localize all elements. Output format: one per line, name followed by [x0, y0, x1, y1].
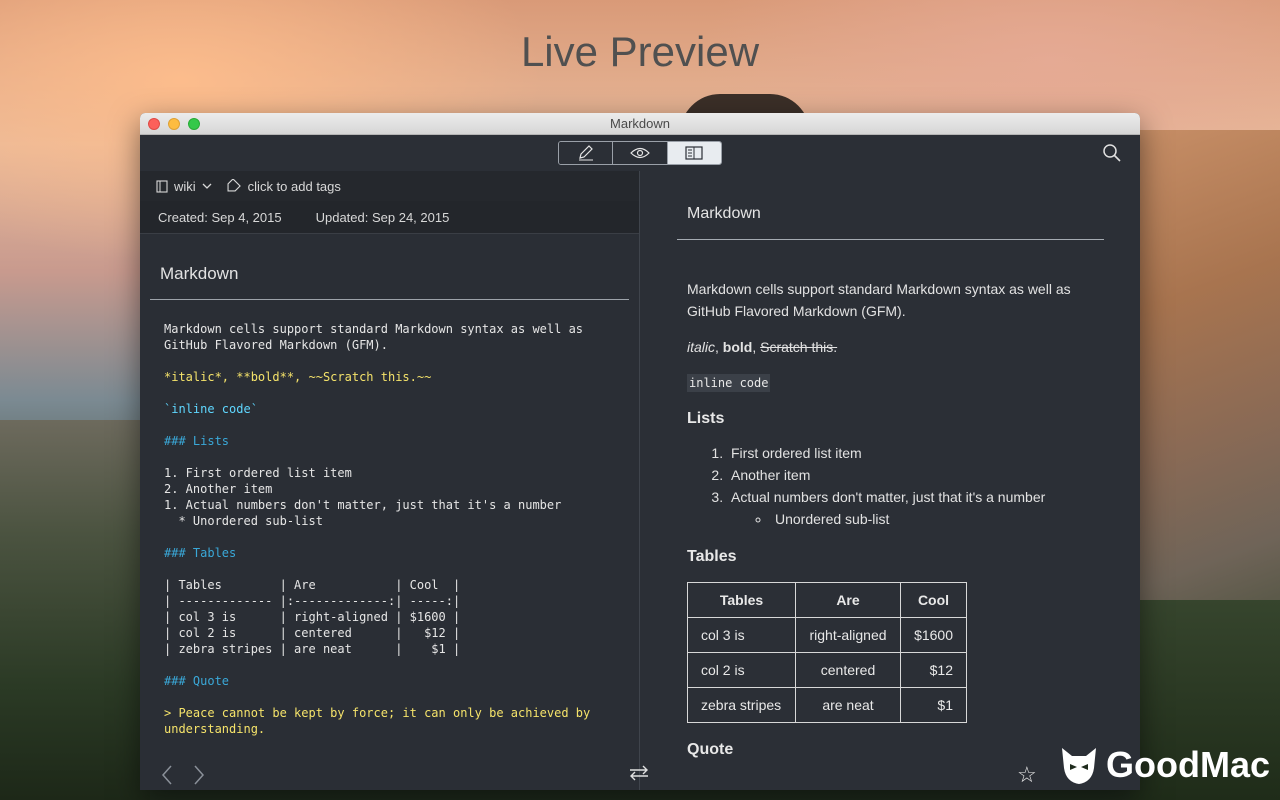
table-cell: $1600	[900, 617, 967, 653]
source-line: ### Tables	[164, 546, 237, 560]
pencil-icon	[578, 145, 593, 161]
preview-title: Markdown	[687, 205, 761, 222]
history-nav	[160, 764, 206, 786]
updated-date: Updated: Sep 24, 2015	[315, 209, 450, 225]
search-icon	[1103, 144, 1121, 162]
source-line: | Tables | Are | Cool |	[164, 578, 461, 592]
tags-field[interactable]: click to add tags	[248, 179, 341, 194]
list-item: Another item	[727, 464, 1140, 486]
note-meta-bar: wiki click to add tags	[140, 171, 639, 201]
preview-body: Markdown cells support standard Markdown…	[641, 240, 1140, 759]
goodmac-logo-icon	[1061, 748, 1096, 784]
source-line: | ------------- |:-------------:| -----:…	[164, 594, 461, 608]
table-header: Tables	[687, 582, 796, 618]
markdown-source[interactable]: Markdown cells support standard Markdown…	[140, 300, 639, 737]
close-button[interactable]	[148, 118, 160, 130]
list-item: Actual numbers don't matter, just that i…	[727, 486, 1140, 530]
app-window: Markdown wiki click to add tags Created:…	[140, 113, 1140, 790]
table-header-row: Tables Are Cool	[687, 582, 967, 618]
sub-list-item: Unordered sub-list	[771, 508, 1140, 530]
swap-arrows-icon	[630, 765, 648, 781]
source-line: 2. Another item	[164, 482, 273, 496]
tag-icon	[227, 179, 241, 192]
inline-code-sample: inline code	[687, 374, 771, 392]
preview-formatting: italic, bold, Scratch this.	[687, 339, 838, 355]
toolbar	[140, 135, 1140, 171]
table-cell: col 2 is	[687, 652, 796, 688]
title-bar[interactable]: Markdown	[140, 113, 1140, 135]
source-line: | col 2 is | centered | $12 |	[164, 626, 461, 640]
notebook-icon	[156, 179, 168, 193]
unordered-sub-list: Unordered sub-list	[771, 508, 1140, 530]
minimize-button[interactable]	[168, 118, 180, 130]
lists-heading: Lists	[687, 410, 725, 427]
source-line: 1. First ordered list item	[164, 466, 352, 480]
preview-intro: Markdown cells support standard Markdown…	[687, 281, 1071, 319]
table-row: zebra stripes are neat $1	[687, 687, 967, 723]
table-row: col 3 is right-aligned $1600	[687, 617, 967, 653]
source-line: `inline code`	[164, 402, 258, 416]
preview-pane: Markdown Markdown cells support standard…	[641, 171, 1140, 790]
notebook-selector[interactable]: wiki	[174, 179, 196, 194]
preview-table: Tables Are Cool col 3 is right-aligned $…	[687, 582, 967, 723]
italic-text: italic	[687, 339, 716, 355]
table-cell: $1	[900, 687, 967, 723]
source-line: > Peace cannot be kept by force; it can …	[164, 706, 591, 720]
source-line: Markdown cells support standard Markdown…	[164, 322, 584, 336]
editor-pane[interactable]: wiki click to add tags Created: Sep 4, 2…	[140, 171, 640, 790]
tables-heading: Tables	[687, 548, 737, 565]
source-line: | zebra stripes | are neat | $1 |	[164, 642, 461, 656]
view-mode-switcher	[558, 141, 722, 165]
list-item-text: Actual numbers don't matter, just that i…	[731, 489, 1046, 505]
table-cell: $12	[900, 652, 967, 688]
table-cell: are neat	[795, 687, 901, 723]
zoom-button[interactable]	[188, 118, 200, 130]
forest-hill-left	[0, 420, 150, 800]
split-mode-button[interactable]	[667, 142, 721, 164]
favorite-star-icon[interactable]: ☆	[1017, 762, 1037, 788]
eye-icon	[630, 147, 650, 159]
split-view-icon	[685, 146, 703, 160]
chevron-down-icon[interactable]	[202, 182, 212, 190]
window-title: Markdown	[610, 116, 670, 131]
source-line: ### Lists	[164, 434, 230, 448]
back-arrow-icon[interactable]	[160, 764, 174, 786]
goodmac-watermark: GoodMac	[1058, 744, 1270, 786]
forward-arrow-icon[interactable]	[192, 764, 206, 786]
source-line: * Unordered sub-list	[164, 514, 323, 528]
created-date: Created: Sep 4, 2015	[158, 209, 282, 225]
table-row: col 2 is centered $12	[687, 652, 967, 688]
source-line: GitHub Flavored Markdown (GFM).	[164, 338, 388, 352]
ordered-list: First ordered list item Another item Act…	[727, 442, 1140, 530]
table-cell: zebra stripes	[687, 687, 796, 723]
table-cell: right-aligned	[795, 617, 901, 653]
strike-text: Scratch this.	[760, 339, 838, 355]
table-header: Are	[795, 582, 901, 618]
goodmac-wordmark: GoodMac	[1105, 744, 1270, 785]
table-cell: centered	[795, 652, 901, 688]
source-line: *italic*, **bold**, ~~Scratch this.~~	[164, 370, 432, 384]
source-line: | col 3 is | right-aligned | $1600 |	[164, 610, 461, 624]
source-line: ### Quote	[164, 674, 230, 688]
table-header: Cool	[900, 582, 967, 618]
window-controls	[148, 118, 200, 130]
page-headline: Live Preview	[520, 28, 760, 75]
edit-mode-button[interactable]	[559, 142, 614, 164]
note-dates-bar: Created: Sep 4, 2015 Updated: Sep 24, 20…	[140, 201, 639, 234]
preview-mode-button[interactable]	[613, 142, 668, 164]
swap-panes-button[interactable]	[628, 765, 650, 786]
search-button[interactable]	[1102, 143, 1122, 168]
table-cell: col 3 is	[687, 617, 796, 653]
list-item: First ordered list item	[727, 442, 1140, 464]
source-line: 1. Actual numbers don't matter, just tha…	[164, 498, 562, 512]
note-title[interactable]: Markdown	[140, 234, 639, 299]
source-line: understanding.	[164, 722, 266, 736]
bold-text: bold	[722, 339, 753, 355]
